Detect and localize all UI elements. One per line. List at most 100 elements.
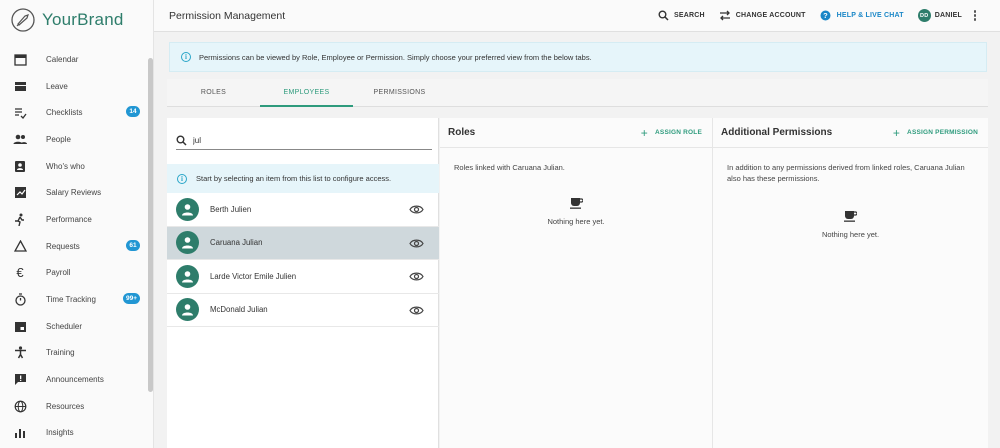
salary-chart-icon	[13, 186, 27, 200]
search-label: SEARCH	[674, 12, 705, 19]
sidebar-item-label: Time Tracking	[46, 295, 96, 305]
user-menu[interactable]: DD DANIEL	[917, 9, 962, 22]
euro-icon: €	[16, 265, 24, 281]
sidebar-item-resources[interactable]: Resources	[0, 393, 148, 420]
sidebar-nav: Calendar Leave Checklists 14 People Who'…	[0, 46, 148, 446]
sidebar-item-label: Training	[46, 348, 75, 358]
search-icon	[176, 135, 187, 146]
tab-roles[interactable]: ROLES	[167, 79, 260, 106]
sidebar-item-scheduler[interactable]: Scheduler	[0, 313, 148, 340]
sidebar-item-label: Leave	[46, 81, 68, 91]
info-banner: i Permissions can be viewed by Role, Emp…	[169, 42, 987, 72]
svg-text:?: ?	[823, 11, 828, 20]
sidebar-item-requests[interactable]: Requests 61	[0, 233, 148, 260]
employee-row[interactable]: Larde Victor Emile Julien	[167, 260, 439, 294]
sidebar-item-checklists[interactable]: Checklists 14	[0, 99, 148, 126]
roles-panel-header: Roles + ASSIGN ROLE	[440, 118, 712, 148]
announcement-icon	[13, 373, 27, 387]
running-person-icon	[13, 212, 27, 226]
help-live-chat-button[interactable]: ? HELP & LIVE CHAT	[820, 10, 904, 22]
globe-icon	[13, 399, 27, 413]
triangle-icon	[13, 239, 27, 253]
employee-search-input[interactable]	[193, 136, 413, 145]
tab-permissions[interactable]: PERMISSIONS	[353, 79, 446, 106]
select-hint-text: Start by selecting an item from this lis…	[196, 174, 392, 183]
person-avatar-icon	[176, 264, 199, 288]
search-button[interactable]: SEARCH	[657, 10, 705, 22]
sidebar-item-label: Requests	[46, 241, 80, 251]
employee-search	[176, 132, 432, 150]
sidebar-item-label: Who's who	[46, 161, 85, 171]
sidebar-item-label: Payroll	[46, 268, 71, 278]
coffee-cup-icon	[713, 210, 988, 222]
plus-icon: +	[892, 125, 901, 140]
swap-icon	[719, 10, 731, 22]
roles-empty-text: Nothing here yet.	[547, 217, 605, 226]
sidebar-item-payroll[interactable]: € Payroll	[0, 260, 148, 287]
additional-permissions-empty-text: Nothing here yet.	[821, 230, 880, 239]
assign-permission-button[interactable]: + ASSIGN PERMISSION	[893, 127, 978, 139]
employee-row[interactable]: Berth Julien	[167, 193, 439, 227]
sidebar-scrollbar[interactable]	[148, 58, 153, 392]
employee-name: Berth Julien	[210, 204, 252, 214]
time-tracking-badge: 99+	[122, 293, 140, 305]
additional-permissions-header: Additional Permissions + ASSIGN PERMISSI…	[713, 118, 988, 148]
sidebar-item-announcements[interactable]: Announcements	[0, 366, 148, 393]
people-icon	[13, 132, 27, 146]
sidebar-item-time-tracking[interactable]: Time Tracking 99+	[0, 286, 148, 313]
coffee-cup-icon	[440, 197, 712, 209]
user-avatar: DD	[917, 9, 931, 22]
sidebar-item-insights[interactable]: Insights	[0, 420, 148, 447]
sidebar-item-label: Checklists	[46, 108, 83, 118]
checklists-badge: 14	[126, 106, 140, 118]
info-icon: i	[177, 173, 187, 184]
tab-employees[interactable]: EMPLOYEES	[260, 79, 353, 107]
additional-permissions-panel: Additional Permissions + ASSIGN PERMISSI…	[713, 118, 988, 448]
search-icon	[657, 10, 669, 22]
assign-permission-label: ASSIGN PERMISSION	[907, 129, 978, 136]
view-eye-icon[interactable]	[409, 238, 424, 249]
brand-name: YourBrand	[42, 10, 124, 29]
sidebar-item-salary-reviews[interactable]: Salary Reviews	[0, 179, 148, 206]
info-banner-text: Permissions can be viewed by Role, Emplo…	[199, 52, 592, 62]
employee-list: Berth Julien Caruana Julian Larde Victor…	[167, 193, 439, 327]
sidebar-item-label: Announcements	[46, 375, 104, 385]
employee-row[interactable]: Caruana Julian	[167, 226, 439, 260]
sidebar-item-label: Calendar	[46, 54, 79, 64]
sidebar-item-whos-who[interactable]: Who's who	[0, 153, 148, 180]
employees-panel: i Start by selecting an item from this l…	[167, 118, 439, 448]
sidebar-item-label: Salary Reviews	[46, 188, 102, 198]
view-eye-icon[interactable]	[409, 305, 424, 316]
user-name: DANIEL	[934, 12, 962, 19]
scheduler-icon	[13, 319, 27, 333]
checklist-icon	[13, 106, 27, 120]
sidebar-item-label: Resources	[46, 401, 85, 411]
roles-description: Roles linked with Caruana Julian.	[454, 163, 565, 172]
select-hint-banner: i Start by selecting an item from this l…	[167, 164, 439, 193]
plus-icon: +	[640, 125, 649, 140]
view-eye-icon[interactable]	[409, 271, 424, 282]
view-eye-icon[interactable]	[409, 204, 424, 215]
sidebar-item-training[interactable]: Training	[0, 340, 148, 367]
person-avatar-icon	[176, 298, 199, 322]
assign-role-button[interactable]: + ASSIGN ROLE	[641, 127, 702, 139]
contact-card-icon	[13, 159, 27, 173]
help-label: HELP & LIVE CHAT	[836, 12, 904, 19]
employee-row[interactable]: McDonald Julian	[167, 294, 439, 327]
leave-icon	[13, 79, 27, 93]
additional-permissions-empty-state: Nothing here yet.	[713, 210, 988, 239]
sidebar-item-calendar[interactable]: Calendar	[0, 46, 148, 73]
sidebar-item-people[interactable]: People	[0, 126, 148, 153]
roles-panel: Roles + ASSIGN ROLE Roles linked with Ca…	[440, 118, 713, 448]
roles-empty-state: Nothing here yet.	[440, 197, 712, 226]
sidebar-item-label: Scheduler	[46, 321, 83, 331]
more-options-icon[interactable]	[970, 10, 980, 22]
sidebar-item-leave[interactable]: Leave	[0, 73, 148, 100]
bar-chart-icon	[13, 426, 27, 440]
stopwatch-icon	[13, 293, 27, 307]
sidebar-item-performance[interactable]: Performance	[0, 206, 148, 233]
sidebar: YourBrand Calendar Leave Checklists 14 P…	[0, 0, 154, 448]
brand[interactable]: YourBrand	[0, 0, 153, 40]
change-account-button[interactable]: CHANGE ACCOUNT	[719, 10, 806, 22]
sidebar-item-label: Performance	[46, 214, 92, 224]
